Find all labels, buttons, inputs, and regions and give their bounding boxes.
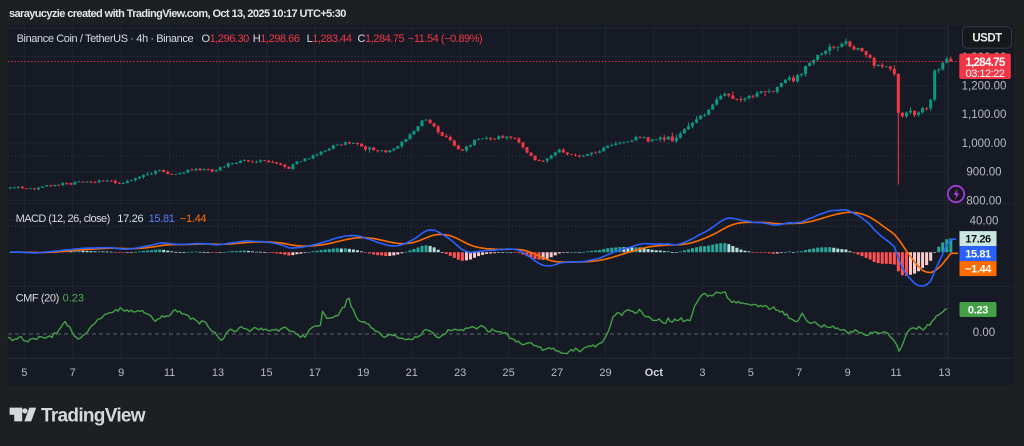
svg-text:TradingView: TradingView xyxy=(41,406,146,427)
svg-text:1,000.00: 1,000.00 xyxy=(962,138,1007,150)
svg-text:900.00: 900.00 xyxy=(966,167,1001,179)
svg-text:5: 5 xyxy=(748,367,754,379)
svg-text:USDT: USDT xyxy=(972,32,1002,44)
svg-text:23: 23 xyxy=(454,367,466,379)
svg-text:1,100.00: 1,100.00 xyxy=(962,109,1007,121)
svg-text:19: 19 xyxy=(357,367,369,379)
svg-text:17: 17 xyxy=(309,367,321,379)
svg-text:29: 29 xyxy=(599,367,611,379)
svg-text:9: 9 xyxy=(118,367,124,379)
svg-text:40.00: 40.00 xyxy=(970,215,999,227)
svg-text:15.81: 15.81 xyxy=(965,249,991,261)
svg-text:21: 21 xyxy=(406,367,418,379)
svg-text:17.2615.81−1.44: 17.26 15.81 −1.44 xyxy=(117,213,206,225)
svg-text:27: 27 xyxy=(551,367,563,379)
svg-text:25: 25 xyxy=(502,367,514,379)
svg-text:7: 7 xyxy=(70,367,76,379)
svg-text:−1.44: −1.44 xyxy=(965,264,992,276)
svg-text:1,200.00: 1,200.00 xyxy=(962,81,1007,93)
svg-text:0.00: 0.00 xyxy=(973,327,995,339)
svg-text:0.23: 0.23 xyxy=(968,305,988,317)
svg-text:3: 3 xyxy=(699,367,705,379)
svg-text:7: 7 xyxy=(796,367,802,379)
svg-text:13: 13 xyxy=(212,367,224,379)
svg-text:CMF (20): CMF (20) xyxy=(16,293,59,305)
svg-text:5: 5 xyxy=(21,367,27,379)
svg-text:9: 9 xyxy=(845,367,851,379)
svg-text:13: 13 xyxy=(938,367,950,379)
svg-text:sarayucyzie created with Tradi: sarayucyzie created with TradingView.com… xyxy=(9,8,346,20)
svg-text:15: 15 xyxy=(260,367,272,379)
svg-text:11: 11 xyxy=(890,367,901,379)
svg-text:Binance Coin / TetherUS · 4h ·: Binance Coin / TetherUS · 4h · Binance xyxy=(17,33,194,45)
svg-text:Oct: Oct xyxy=(645,367,664,379)
svg-text:O1,296.30H1,298.66L1,283.44C1,: O1,296.30 H1,298.66 L1,283.44 C1,284.75 −11.… xyxy=(202,33,483,45)
svg-text:MACD (12, 26, close): MACD (12, 26, close) xyxy=(16,213,110,225)
svg-text:17.26: 17.26 xyxy=(965,234,991,246)
svg-text:0.23: 0.23 xyxy=(63,293,84,305)
svg-text:800.00: 800.00 xyxy=(966,195,1001,207)
svg-text:11: 11 xyxy=(164,367,175,379)
svg-text:03:12:22: 03:12:22 xyxy=(966,68,1005,80)
